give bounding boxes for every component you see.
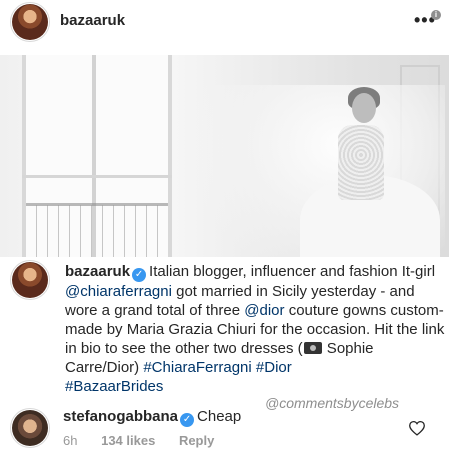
mention-link[interactable]: @dior — [244, 302, 284, 319]
caption-text: Italian blogger, influencer and fashion … — [149, 263, 436, 280]
comment-username[interactable]: stefanogabbana — [63, 408, 178, 425]
verified-badge-icon: ✓ — [180, 413, 195, 427]
post-username[interactable]: bazaaruk — [60, 12, 125, 29]
photo-face — [352, 93, 376, 123]
info-badge-icon: i — [431, 10, 441, 20]
comment-time: 6h — [63, 433, 78, 448]
comment-avatar[interactable] — [12, 410, 48, 446]
hashtag-link[interactable]: #Dior — [256, 359, 292, 376]
post-header: bazaaruk ••• i — [0, 0, 449, 48]
photo-railing — [26, 205, 168, 257]
mention-link[interactable]: @chiaraferragni — [65, 283, 172, 300]
caption-avatar[interactable] — [12, 262, 48, 298]
avatar[interactable] — [12, 4, 48, 40]
post-caption: bazaaruk ✓ Italian blogger, influencer and… — [65, 262, 445, 396]
verified-badge-icon: ✓ — [132, 268, 147, 282]
comment-meta: 6h 134 likes Reply — [63, 433, 234, 448]
photo-bodice — [338, 125, 384, 200]
watermark: @commentsbycelebs — [265, 395, 400, 411]
comment: stefanogabbana ✓ Cheap — [63, 408, 241, 427]
post-image[interactable] — [0, 55, 449, 257]
hashtag-link[interactable]: #ChiaraFerragni — [143, 359, 251, 376]
camera-icon — [303, 342, 322, 354]
comment-text: Cheap — [197, 408, 242, 425]
hashtag-link[interactable]: #BazaarBrides — [65, 378, 163, 395]
comment-likes[interactable]: 134 likes — [101, 433, 155, 448]
photo-window-rail — [22, 175, 172, 178]
caption-username[interactable]: bazaaruk — [65, 263, 130, 280]
heart-icon[interactable] — [408, 420, 426, 436]
reply-button[interactable]: Reply — [179, 433, 214, 448]
